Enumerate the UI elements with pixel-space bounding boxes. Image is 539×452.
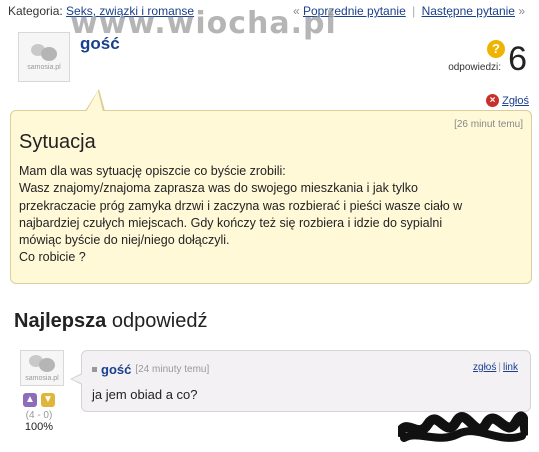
report-icon: × bbox=[486, 94, 500, 107]
question-line: przekraczacie próg zamyka drzwi i zaczyn… bbox=[19, 198, 463, 213]
bullet-icon bbox=[92, 367, 97, 372]
answer-links: zgłoś | link bbox=[473, 362, 518, 373]
next-arrow-icon: » bbox=[518, 4, 525, 18]
question-body: Mam dla was sytuację opiszcie co byście … bbox=[19, 163, 524, 267]
next-question-link[interactable]: Następne pytanie bbox=[422, 4, 515, 18]
question-box: [26 minut temu] Sytuacja Mam dla was syt… bbox=[10, 89, 532, 284]
answer-count-value: 6 bbox=[508, 40, 527, 78]
thumbs-down-icon[interactable]: ▼ bbox=[41, 393, 55, 407]
asker-avatar[interactable]: samosia.pl bbox=[18, 32, 70, 82]
question-title: Sytuacja bbox=[19, 131, 96, 153]
question-line: Co robicie ? bbox=[19, 250, 86, 265]
answer-meta: gość [24 minuty temu] bbox=[92, 362, 209, 377]
avatar-brand: samosia.pl bbox=[25, 374, 59, 382]
vote-score: (4 - 0) bbox=[25, 410, 53, 421]
report-link[interactable]: Zgłoś bbox=[502, 95, 529, 107]
question-mark-icon: ? bbox=[487, 40, 505, 58]
chat-bubbles-icon bbox=[31, 43, 57, 62]
answerer-name[interactable]: gość bbox=[101, 362, 131, 377]
report-question[interactable]: × Zgłoś bbox=[486, 94, 529, 107]
asker-name[interactable]: gość bbox=[80, 34, 120, 54]
best-answer-heading-rest: odpowiedź bbox=[106, 310, 208, 332]
question-time: [26 minut temu] bbox=[454, 119, 523, 130]
chat-bubbles-icon bbox=[29, 354, 55, 373]
answer-count-label: odpowiedzi: bbox=[448, 62, 501, 73]
thumbs-up-icon[interactable]: ▲ bbox=[23, 393, 37, 407]
answer-time: [24 minuty temu] bbox=[135, 364, 210, 375]
question-line: mówiąc byście do niej/niego dołączyli. bbox=[19, 233, 230, 248]
nav-separator: | bbox=[412, 4, 416, 18]
best-answer-box: gość [24 minuty temu] zgłoś | link ja jem … bbox=[70, 350, 531, 412]
question-line: Wasz znajomy/znajoma zaprasza was do swo… bbox=[19, 181, 419, 196]
vote-panel: ▲ ▼ (4 - 0) 100% bbox=[16, 393, 62, 433]
question-line: najbardziej czułych miejscach. Gdy kończ… bbox=[19, 215, 443, 230]
answer-report-link[interactable]: zgłoś bbox=[473, 362, 496, 373]
answer-text: ja jem obiad a co? bbox=[92, 387, 198, 402]
question-box-tail-fill bbox=[86, 91, 103, 112]
vote-percent: 100% bbox=[24, 421, 54, 433]
best-answer-heading: Najlepsza odpowiedź bbox=[14, 310, 207, 333]
answerer-avatar[interactable]: samosia.pl bbox=[20, 350, 64, 386]
category-label: Kategoria: bbox=[8, 4, 63, 18]
answer-permalink[interactable]: link bbox=[503, 362, 518, 373]
avatar-brand: samosia.pl bbox=[27, 63, 61, 71]
answer-count: ? odpowiedzi: 6 bbox=[417, 40, 527, 90]
redaction-scribble bbox=[398, 411, 528, 442]
answer-links-separator: | bbox=[498, 362, 501, 373]
answer-box-tail-fill bbox=[72, 374, 83, 384]
best-answer-heading-bold: Najlepsza bbox=[14, 310, 107, 332]
question-line: Mam dla was sytuację opiszcie co byście … bbox=[19, 164, 286, 178]
